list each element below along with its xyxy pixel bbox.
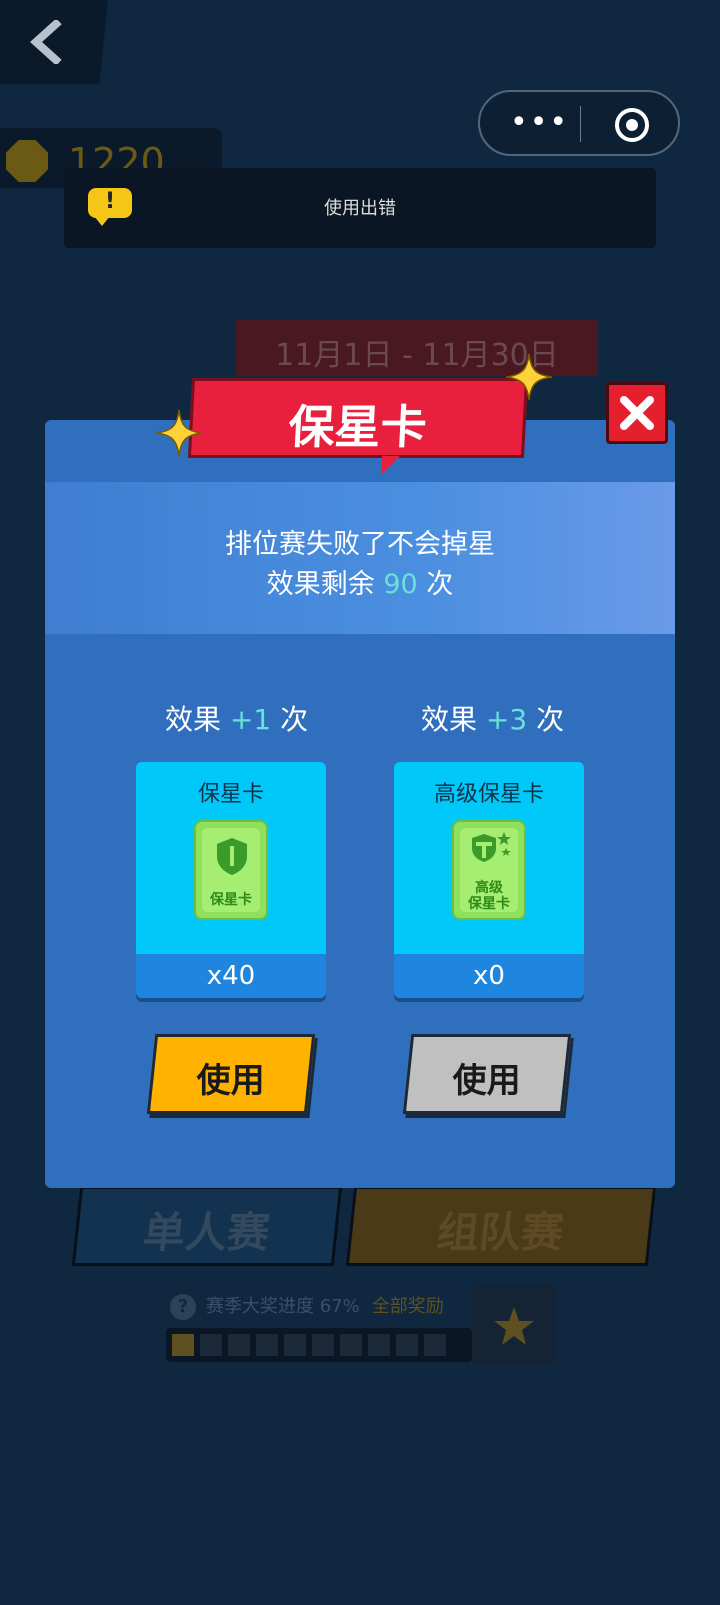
single-match-button: 单人赛 bbox=[71, 1186, 343, 1266]
back-button[interactable] bbox=[0, 0, 108, 84]
card-2-effect: 效果 +3 次 bbox=[421, 703, 565, 736]
card-1-effect: 效果 +1 次 bbox=[165, 703, 309, 736]
advanced-protect-star-card[interactable]: 高级保星卡 高级 保星卡 x0 bbox=[394, 762, 584, 998]
season-progress-label: ? 赛季大奖进度 67% 全部奖励 bbox=[170, 1292, 444, 1320]
ribbon-tail bbox=[382, 456, 400, 474]
use-protect-star-button[interactable]: 使用 bbox=[146, 1034, 316, 1114]
shield-stars-icon bbox=[472, 832, 511, 862]
progress-cell bbox=[368, 1334, 390, 1356]
protect-star-dialog: 排位赛失败了不会掉星 效果剩余 90 次 效果 +1 次 效果 +3 次 保星卡… bbox=[45, 420, 675, 1188]
toast-message: 使用出错 bbox=[324, 198, 396, 219]
target-icon[interactable] bbox=[613, 106, 651, 144]
progress-cell bbox=[424, 1334, 446, 1356]
remaining-effect-text: 效果剩余 90 次 bbox=[266, 569, 454, 600]
more-dots-icon[interactable]: ••• bbox=[510, 108, 569, 138]
sparkle-icon bbox=[505, 353, 553, 401]
help-icon: ? bbox=[170, 1294, 196, 1320]
use-advanced-protect-star-button[interactable]: 使用 bbox=[402, 1034, 572, 1114]
progress-cell bbox=[284, 1334, 306, 1356]
progress-cell bbox=[228, 1334, 250, 1356]
team-match-button: 组队赛 bbox=[345, 1186, 657, 1266]
mini-program-capsule: ••• bbox=[478, 90, 680, 156]
shield-icon bbox=[217, 838, 247, 875]
dialog-title-ribbon: 保星卡 bbox=[187, 378, 529, 458]
dialog-title: 保星卡 bbox=[287, 400, 428, 454]
star-icon bbox=[494, 1307, 534, 1345]
remaining-count: 90 bbox=[383, 569, 418, 600]
capsule-divider bbox=[580, 106, 581, 142]
progress-cell bbox=[200, 1334, 222, 1356]
sparkle-icon bbox=[155, 409, 203, 457]
close-x-icon bbox=[620, 396, 654, 430]
coin-icon bbox=[6, 140, 48, 182]
protect-star-card[interactable]: 保星卡 保星卡 x40 bbox=[136, 762, 326, 998]
advanced-protect-star-card-image: 高级 保星卡 bbox=[452, 820, 526, 920]
card-count: x40 bbox=[136, 954, 326, 998]
progress-cell bbox=[256, 1334, 278, 1356]
all-rewards-link: 全部奖励 bbox=[371, 1296, 444, 1317]
error-toast: ! 使用出错 bbox=[64, 168, 656, 248]
progress-cell bbox=[340, 1334, 362, 1356]
progress-fill bbox=[172, 1334, 194, 1356]
card-name: 高级保星卡 bbox=[433, 782, 544, 807]
season-reward-star-button bbox=[472, 1285, 556, 1365]
chevron-left-icon bbox=[30, 20, 62, 64]
progress-cell bbox=[312, 1334, 334, 1356]
progress-cell bbox=[396, 1334, 418, 1356]
season-progress-bar bbox=[166, 1328, 472, 1362]
protect-star-card-image: 保星卡 bbox=[194, 820, 268, 920]
dialog-description: 排位赛失败了不会掉星 bbox=[225, 529, 495, 560]
close-button[interactable] bbox=[606, 382, 668, 444]
card-count: x0 bbox=[394, 954, 584, 998]
card-name: 保星卡 bbox=[197, 782, 264, 807]
